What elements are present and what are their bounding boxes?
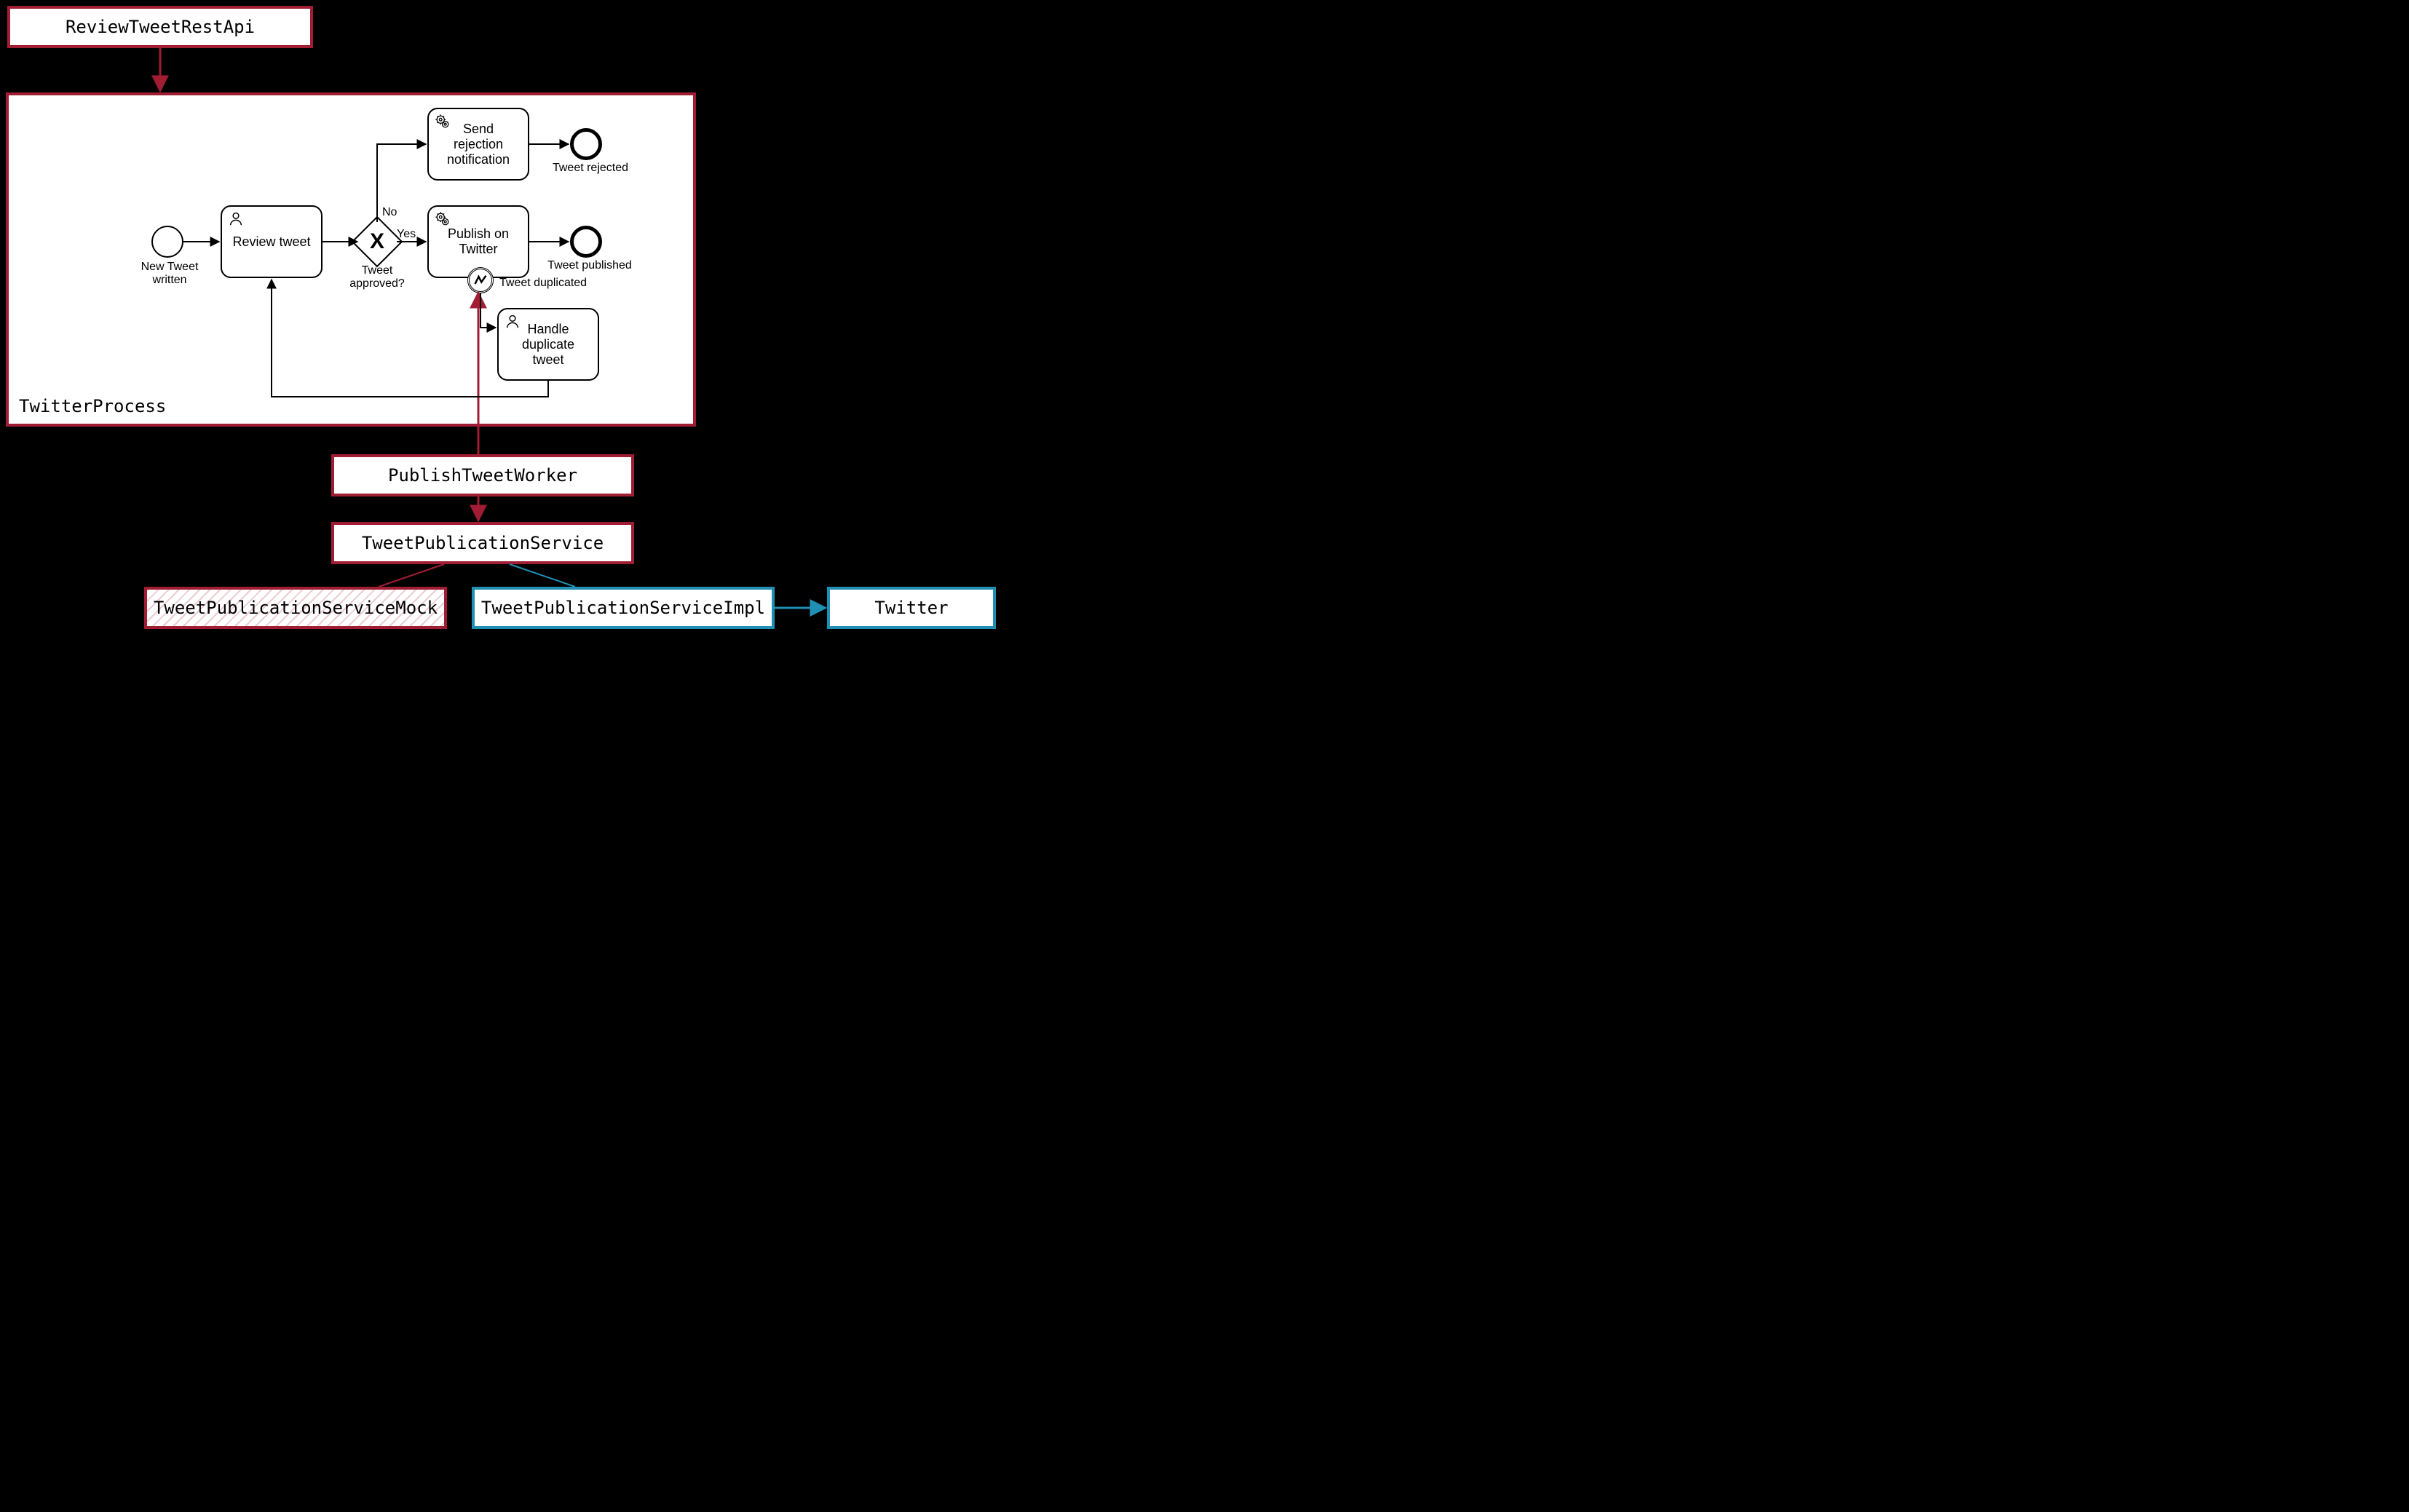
- end-event-rejected: [570, 128, 602, 160]
- review-tweet-label: Review tweet: [232, 234, 310, 250]
- gateway-x-icon: X: [359, 223, 395, 260]
- line-service-to-mock: [379, 564, 444, 587]
- end-event-published-label: Tweet published: [546, 259, 633, 272]
- error-icon: [470, 269, 491, 291]
- gateway-label: Tweet approved?: [333, 264, 422, 290]
- twitter-external-box: Twitter: [827, 587, 996, 629]
- architecture-diagram: ReviewTweetRestApi TwitterProcess New Tw…: [0, 0, 1105, 636]
- handle-duplicate-task: Handle duplicate tweet: [497, 308, 599, 381]
- user-icon: [228, 211, 244, 231]
- publish-tweet-worker-label: PublishTweetWorker: [388, 465, 577, 486]
- start-event: [151, 226, 183, 258]
- end-event-published: [570, 226, 602, 258]
- tweet-publication-service-box: TweetPublicationService: [331, 522, 634, 564]
- tweet-publication-service-impl-box: TweetPublicationServiceImpl: [472, 587, 775, 629]
- end-event-rejected-label: Tweet rejected: [550, 162, 630, 175]
- line-service-to-impl: [510, 564, 575, 587]
- gear-icon: [435, 211, 451, 231]
- tweet-publication-service-label: TweetPublicationService: [362, 533, 604, 553]
- send-rejection-task: Send rejection notification: [427, 108, 529, 181]
- publish-tweet-worker-box: PublishTweetWorker: [331, 454, 634, 496]
- tweet-publication-service-mock-label: TweetPublicationServiceMock: [154, 598, 438, 618]
- gateway-yes-label: Yes: [397, 228, 416, 241]
- twitter-process-label: TwitterProcess: [19, 396, 166, 416]
- review-tweet-task: Review tweet: [221, 205, 323, 278]
- gateway-no-label: No: [382, 206, 397, 219]
- publish-twitter-label: Publish on Twitter: [442, 226, 515, 257]
- review-tweet-rest-api-box: ReviewTweetRestApi: [7, 6, 313, 48]
- boundary-event-label: Tweet duplicated: [499, 277, 587, 290]
- exclusive-gateway: X: [359, 223, 395, 260]
- tweet-publication-service-impl-label: TweetPublicationServiceImpl: [481, 598, 765, 618]
- tweet-publication-service-mock-box: TweetPublicationServiceMock: [144, 587, 447, 629]
- start-event-label: New Tweet written: [122, 261, 217, 287]
- twitter-external-label: Twitter: [874, 598, 948, 618]
- boundary-error-event: [467, 267, 494, 293]
- review-tweet-rest-api-label: ReviewTweetRestApi: [66, 17, 255, 37]
- gear-icon: [435, 114, 451, 133]
- user-icon: [505, 314, 521, 333]
